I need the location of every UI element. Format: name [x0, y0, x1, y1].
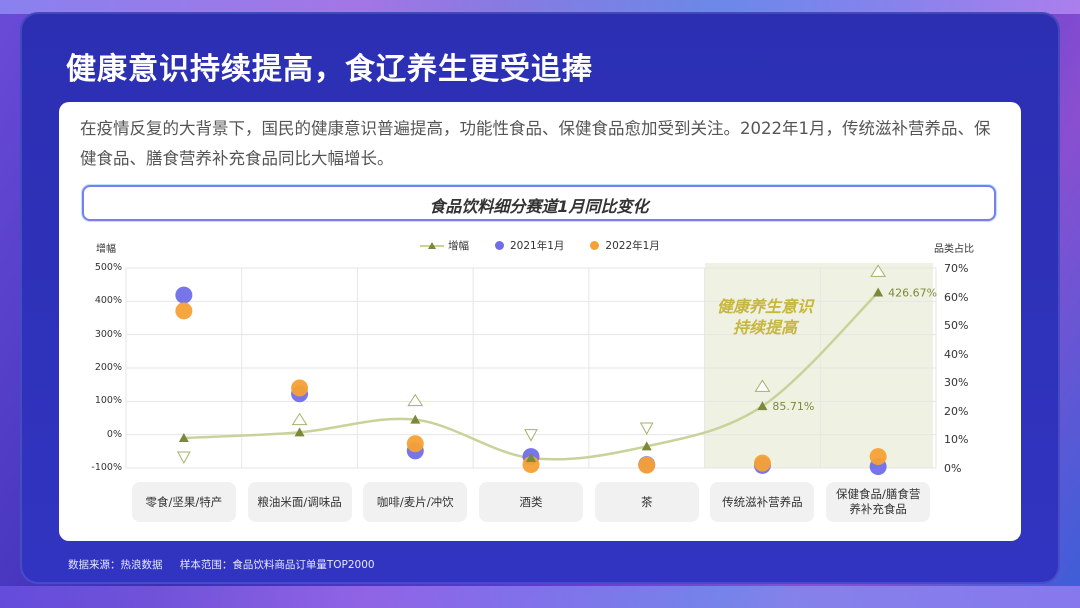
category-label: 传统滋补营养品 [710, 482, 815, 522]
category-label: 粮油米面/调味品 [247, 482, 352, 522]
category-label: 酒类 [479, 482, 583, 522]
dot-2022 [753, 454, 771, 472]
growth-label: 85.71% [772, 400, 814, 413]
triangle-marker [870, 264, 887, 277]
footer: 数据来源：热浪数据 样本范围：食品饮料商品订单量TOP2000 [68, 557, 389, 572]
triangle-marker [177, 451, 191, 465]
footer-scope: 样本范围：食品饮料商品订单量TOP2000 [179, 559, 375, 571]
category-label: 茶 [594, 482, 699, 522]
category-label: 零食/坚果/特产 [131, 482, 236, 522]
triangle-marker [407, 393, 424, 407]
dot-2022 [869, 448, 887, 466]
dot-2022 [638, 456, 656, 474]
dot-2022 [406, 435, 424, 453]
dot-2022 [291, 379, 309, 397]
dot-2021 [175, 286, 193, 304]
dot-2022 [175, 302, 193, 320]
growth-label: 426.67% [888, 286, 937, 299]
triangle-marker [639, 422, 654, 436]
growth-point [873, 287, 884, 297]
category-label: 咖啡/麦片/冲饮 [363, 482, 468, 522]
category-label: 保健食品/膳食营 养补充食品 [826, 482, 931, 522]
annotation-line: 持续提高 [732, 318, 797, 337]
annotation-line: 健康养生意识 [716, 297, 813, 316]
triangle-marker [754, 379, 771, 392]
triangle-marker [291, 412, 308, 426]
chart-annotation: 健康养生意识 持续提高 [700, 296, 830, 338]
footer-source: 数据来源：热浪数据 [68, 559, 163, 571]
